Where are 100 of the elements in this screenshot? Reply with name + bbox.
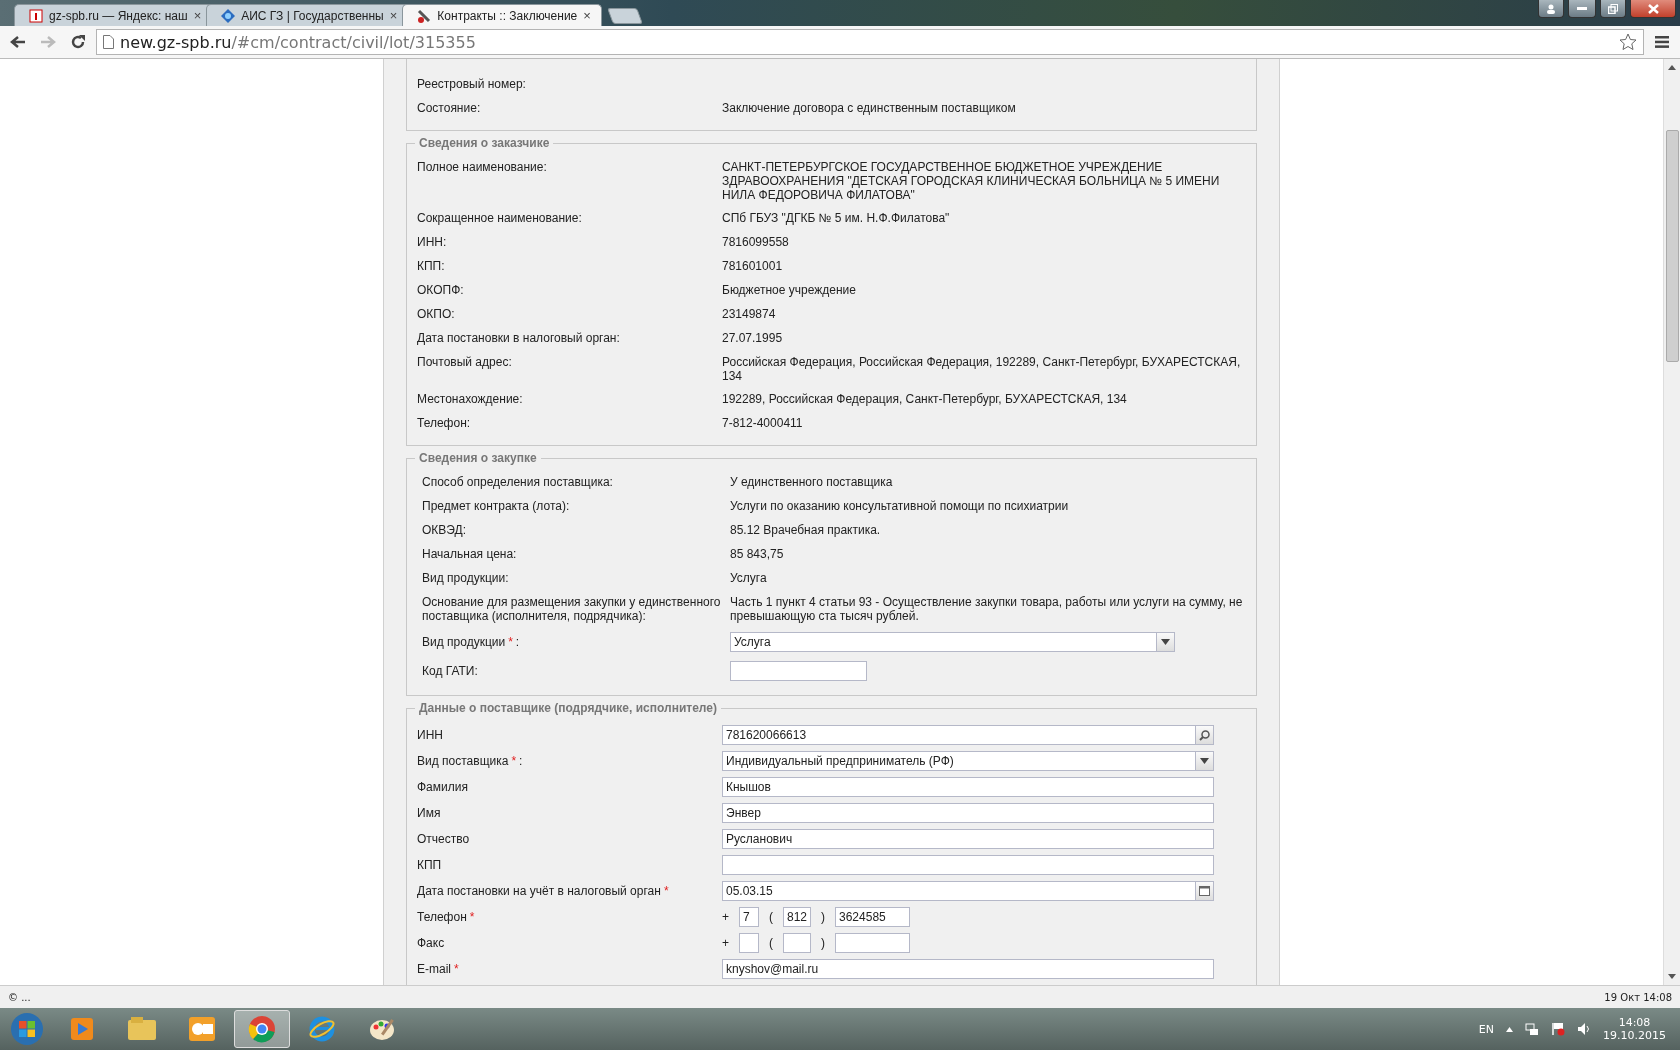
phone-number-field[interactable]: 3624585 [835, 907, 910, 927]
select-field[interactable]: Индивидуальный предприниматель (РФ) [722, 751, 1214, 771]
search-field[interactable]: 781620066613 [722, 725, 1214, 745]
calendar-icon [1199, 886, 1210, 896]
favicon-icon [221, 8, 236, 23]
dropdown-caret-icon [1161, 639, 1170, 645]
field-label: ИНН: [417, 235, 448, 250]
close-tab-icon[interactable]: × [583, 8, 591, 23]
menu-icon [1655, 36, 1669, 48]
date-field[interactable]: 05.03.15 [722, 881, 1214, 901]
area-code-field[interactable] [783, 933, 811, 953]
status-date: 19 Окт 14:08 [1604, 991, 1672, 1003]
close-tab-icon[interactable]: × [389, 8, 398, 23]
language-indicator[interactable]: EN [1478, 1022, 1494, 1036]
browser-tab[interactable]: Контракты :: Заключение × [402, 4, 602, 26]
field-label: Начальная цена: [422, 547, 518, 562]
required-mark: * [508, 635, 513, 649]
field-value: 7816099558 [722, 235, 790, 250]
field-label: Способ определения поставщика: [422, 475, 614, 490]
input-field[interactable]: knyshov@mail.ru [722, 959, 1214, 979]
dropdown-caret-icon [1200, 758, 1209, 764]
parenthesis: ) [821, 910, 825, 924]
field-value: У единственного поставщика [730, 475, 894, 490]
field-label: Реестровый номер: [417, 77, 527, 92]
field-label: Код ГАТИ: [422, 664, 478, 678]
section-legend: Сведения о заказчике [415, 136, 554, 150]
tray-expand-icon[interactable] [1506, 1026, 1513, 1032]
forward-arrow-icon [40, 35, 56, 49]
scroll-down-icon[interactable] [1668, 974, 1676, 979]
parenthesis: ) [821, 936, 825, 950]
field-label: Вид продукции [422, 635, 506, 649]
field-value: 781601001 [722, 259, 784, 274]
input-field[interactable]: Кнышов [722, 777, 1214, 797]
clock[interactable]: 14:08 19.10.2015 [1603, 1016, 1666, 1042]
country-code-field[interactable]: 7 [739, 907, 759, 927]
flag-icon[interactable] [1551, 1022, 1565, 1036]
country-code-field[interactable] [739, 933, 759, 953]
field-label: ОКВЭД: [422, 523, 467, 538]
label-colon: : [515, 635, 520, 649]
globe-e-icon [308, 1015, 336, 1043]
address-bar[interactable]: new.gz-spb.ru/#cm/contract/civil/lot/315355 [96, 29, 1644, 55]
user-button[interactable] [1538, 0, 1564, 18]
field-label: КПП [417, 858, 442, 872]
reload-icon [70, 34, 86, 50]
windows-logo-icon [10, 1012, 44, 1046]
new-tab-button[interactable] [607, 8, 643, 24]
field-label: Полное наименование: [417, 160, 548, 176]
field-label: Местонахождение: [417, 392, 524, 407]
field-label: Вид продукции: [422, 571, 510, 586]
field-label: Сокращенное наименование: [417, 211, 583, 226]
close-icon [1647, 3, 1659, 14]
media-player-icon [69, 1016, 95, 1042]
restore-icon [1608, 3, 1618, 14]
required-mark: * [454, 962, 459, 976]
field-label: Дата постановки в налоговый орган: [417, 331, 621, 346]
field-value: 85.12 Врачебная практика. [730, 523, 882, 538]
field-value: 7-812-4000411 [722, 416, 804, 431]
field-label: E-mail [417, 962, 451, 976]
field-label: Вид поставщика [417, 754, 509, 768]
speaker-icon[interactable] [1577, 1022, 1591, 1036]
select-field[interactable]: Услуга [730, 632, 1175, 652]
field-label: Дата постановки на учёт в налоговый орган [417, 884, 661, 898]
network-icon[interactable] [1525, 1022, 1539, 1036]
input-field[interactable] [730, 661, 867, 681]
close-button[interactable] [1630, 0, 1676, 18]
status-text: © ... [8, 991, 31, 1003]
field-value: Услуга [730, 571, 768, 586]
minimize-button[interactable] [1568, 0, 1596, 18]
mail-icon [188, 1016, 216, 1042]
close-tab-icon[interactable]: × [193, 8, 202, 23]
scrollbar[interactable] [1663, 59, 1680, 985]
field-label: Телефон [417, 910, 467, 924]
url-text: new.gz-spb.ru/#cm/contract/civil/lot/315355 [120, 32, 476, 52]
input-field[interactable]: Русланович [722, 829, 1214, 849]
plus-sign: + [722, 910, 729, 924]
section-legend: Сведения о закупке [415, 451, 541, 465]
field-value: Бюджетное учреждение [722, 283, 857, 298]
field-label: Предмет контракта (лота): [422, 499, 571, 514]
scroll-up-icon[interactable] [1668, 65, 1676, 70]
required-mark: * [511, 754, 517, 768]
favicon-icon [29, 8, 43, 23]
star-icon[interactable] [1619, 33, 1637, 51]
scrollbar-thumb[interactable] [1665, 130, 1679, 362]
field-value: 85 843,75 [730, 547, 785, 562]
taskbar-button[interactable] [234, 1010, 290, 1048]
field-value: Часть 1 пункт 4 статьи 93 - Осуществление закупки товара, работы или услуги на сумму, не превышающую ста тысяч рублей. [730, 595, 1244, 623]
input-field[interactable]: Энвер [722, 803, 1214, 823]
area-code-field[interactable]: 812 [783, 907, 811, 927]
field-label: Почтовый адрес: [417, 355, 513, 371]
restore-button[interactable] [1600, 0, 1626, 18]
chrome-icon [248, 1015, 276, 1043]
field-value: 192289, Российская Федерация, Санкт-Петербург, БУХАРЕСТСКАЯ, 134 [722, 392, 1128, 407]
phone-number-field[interactable] [835, 933, 910, 953]
folder-icon [127, 1016, 157, 1042]
field-label: КПП: [417, 259, 446, 274]
section-legend: Данные о поставщике (подрядчике, исполнителе) [415, 701, 721, 715]
field-value: Услуги по оказанию консультативной помощи по психиатрии [730, 499, 1070, 514]
user-icon [1546, 3, 1556, 14]
input-field[interactable] [722, 855, 1214, 875]
field-value: 23149874 [722, 307, 777, 322]
